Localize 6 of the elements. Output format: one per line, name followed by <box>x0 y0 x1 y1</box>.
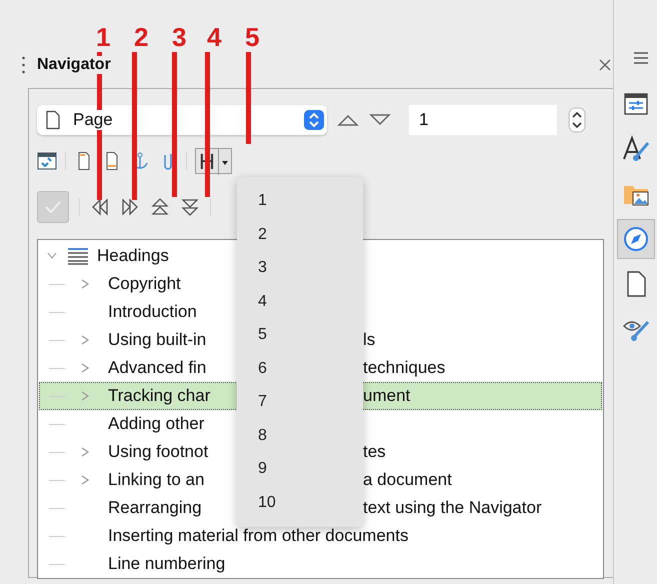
callout-number: 1 <box>96 22 110 53</box>
callout-number: 3 <box>172 22 186 53</box>
callout-number: 4 <box>207 22 222 53</box>
panel-title: Navigator <box>37 56 111 74</box>
callout-number: 5 <box>245 22 260 53</box>
callout-number: 2 <box>134 22 148 53</box>
